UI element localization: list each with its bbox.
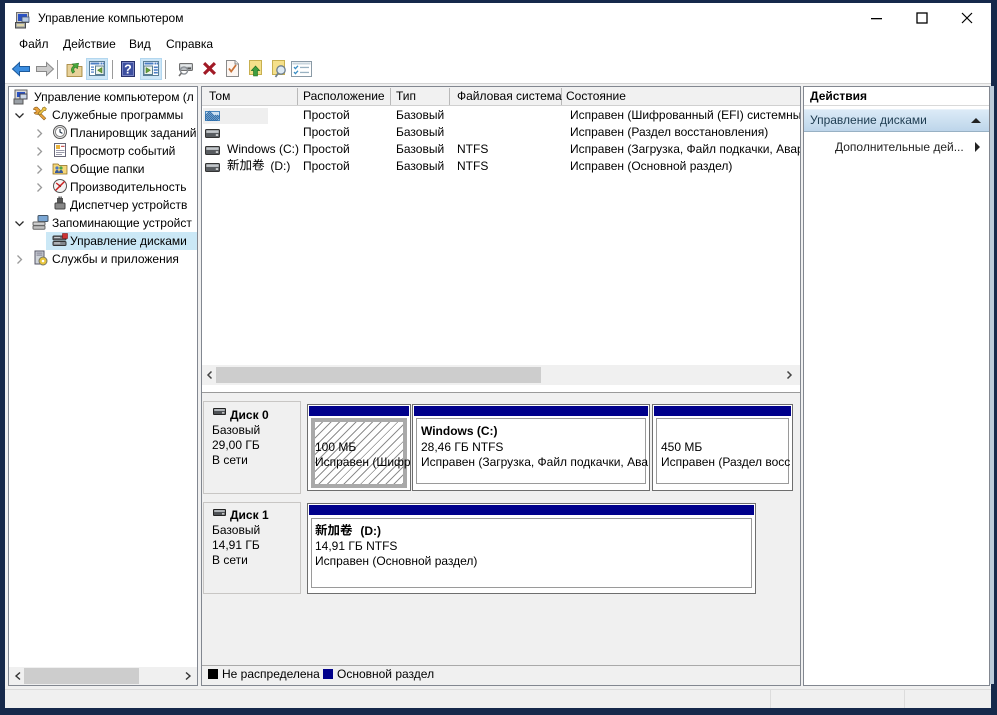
svg-text:?: ?: [124, 63, 132, 77]
